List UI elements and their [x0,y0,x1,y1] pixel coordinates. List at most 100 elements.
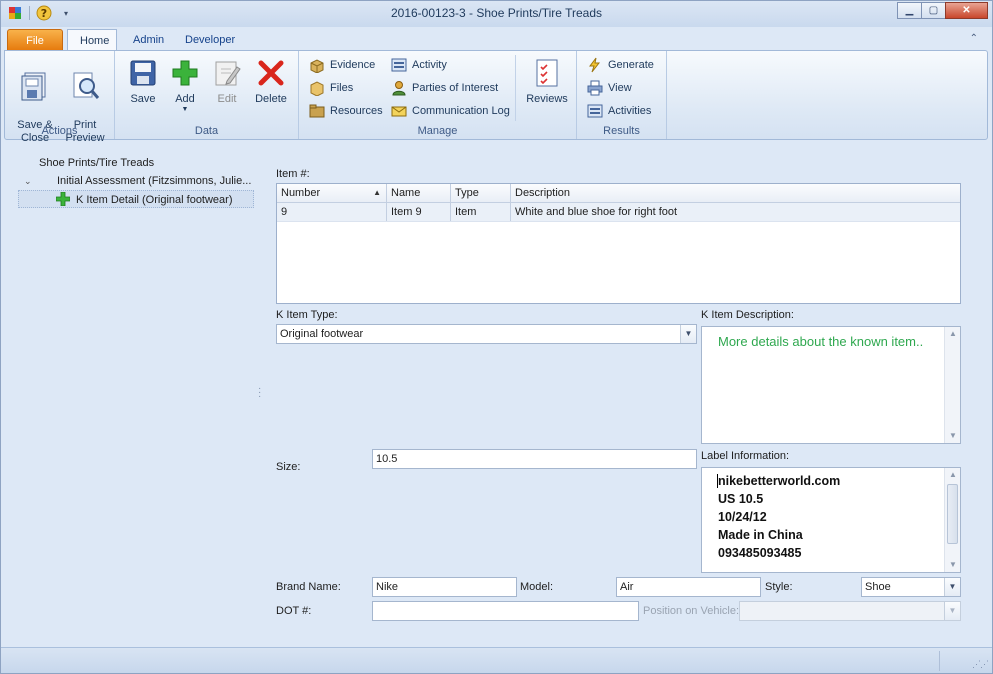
model-field[interactable]: Air [616,577,761,597]
brand-name-label: Brand Name: [276,581,341,593]
scroll-down-icon[interactable]: ▼ [945,429,961,443]
column-header-type[interactable]: Type [451,184,511,202]
label-info-scrollbar[interactable]: ▲ ▼ [944,468,960,572]
tab-developer[interactable]: Developer [173,29,247,51]
dot-number-label: DOT #: [276,605,312,617]
save-icon [127,57,159,89]
files-button[interactable]: Files [309,79,353,97]
save-button[interactable]: Save [125,57,161,106]
item-number-label: Item #: [276,168,310,180]
status-divider [939,651,940,671]
dot-number-field[interactable] [372,601,639,621]
position-on-vehicle-select: ▼ [739,601,961,621]
tab-home[interactable]: Home [67,29,117,51]
k-item-type-select[interactable]: Original footwear ▼ [276,324,697,344]
scroll-up-icon[interactable]: ▲ [945,468,961,482]
group-actions: Save & Close Print Preview Actions [5,51,115,144]
brand-name-field[interactable]: Nike [372,577,517,597]
window-title: 2016-00123-3 - Shoe Prints/Tire Treads [390,6,602,20]
parties-of-interest-button[interactable]: Parties of Interest [391,79,498,97]
tree-node-assessment[interactable]: ⌄ Initial Assessment (Fitzsimmons, Julie… [18,172,258,190]
label-information-field[interactable]: nikebetterworld.com US 10.5 10/24/12 Mad… [701,467,961,573]
scroll-up-icon[interactable]: ▲ [945,327,961,341]
chevron-down-icon[interactable]: ▼ [944,578,960,596]
window-controls: ▁ ▢ ✕ [897,2,988,19]
group-results: Generate View Activities Results [577,51,667,139]
activities-icon [587,103,603,119]
envelope-icon [391,103,407,119]
view-button[interactable]: View [587,79,632,97]
splitter-handle[interactable]: · · · [258,384,261,402]
print-preview-icon [69,70,101,102]
label-information-label: Label Information: [701,450,790,462]
group-label-manage: Manage [417,125,458,137]
tree-node-k-item-detail[interactable]: K Item Detail (Original footwear) [18,190,254,208]
chevron-down-icon[interactable]: ▼ [680,325,696,343]
lightning-icon [587,57,603,73]
tab-admin[interactable]: Admin [121,29,176,51]
save-close-icon [19,70,51,102]
evidence-icon [309,57,325,73]
navigation-tree: Shoe Prints/Tire Treads ⌄ Initial Assess… [18,154,258,208]
size-field[interactable]: 10.5 [372,449,697,469]
evidence-button[interactable]: Evidence [309,56,375,74]
printer-icon [587,80,603,96]
description-scrollbar[interactable]: ▲ ▼ [944,327,960,443]
style-label: Style: [765,581,793,593]
cell-name: Item 9 [387,203,451,221]
k-item-description-placeholder: More details about the known item.. [718,334,924,349]
scroll-thumb[interactable] [947,484,958,544]
ribbon-tabs: File Home Admin Developer ⌃ [1,27,992,51]
cell-type: Item [451,203,511,221]
k-item-description-field[interactable]: More details about the known item.. ▲ ▼ [701,326,961,444]
column-header-name[interactable]: Name [387,184,451,202]
label-information-text: nikebetterworld.com US 10.5 10/24/12 Mad… [718,474,841,560]
delete-button[interactable]: Delete [253,57,289,106]
minimize-button[interactable]: ▁ [897,2,922,19]
manage-divider [515,55,516,121]
column-header-number[interactable]: Number ▲ [277,184,387,202]
activities-button[interactable]: Activities [587,102,651,120]
edit-button[interactable]: Edit [211,57,243,106]
reviews-icon [531,57,563,89]
add-icon [55,191,71,212]
collapse-ribbon-icon[interactable]: ⌃ [970,33,978,44]
scroll-down-icon[interactable]: ▼ [945,558,961,572]
files-icon [309,80,325,96]
resize-grip-icon[interactable]: ⋰⋰ [972,659,989,670]
table-row[interactable]: 9 Item 9 Item White and blue shoe for ri… [277,203,960,222]
person-icon [391,80,407,96]
close-button[interactable]: ✕ [945,2,988,19]
sort-ascending-icon: ▲ [373,188,381,197]
generate-button[interactable]: Generate [587,56,654,74]
ribbon: Save & Close Print Preview Actions Save [4,50,988,144]
edit-icon [211,57,243,89]
group-label-data: Data [194,125,219,137]
k-item-description-label: K Item Description: [701,309,794,321]
tab-file[interactable]: File [7,29,63,51]
item-grid: Number ▲ Name Type Description 9 Item 9 I… [276,183,961,304]
group-manage: Evidence Files Resources Activity Partie… [299,51,577,139]
cell-description: White and blue shoe for right foot [515,206,678,218]
communication-log-button[interactable]: Communication Log [391,102,510,120]
column-header-description[interactable]: Description [511,184,960,202]
app-window: ? ▾ 2016-00123-3 - Shoe Prints/Tire Trea… [0,0,993,674]
collapse-chevron-icon[interactable]: ⌄ [24,172,32,190]
group-label-actions: Actions [41,125,78,137]
activity-icon [391,57,407,73]
tree-node-root[interactable]: Shoe Prints/Tire Treads [18,154,258,172]
maximize-button[interactable]: ▢ [921,2,946,19]
reviews-button[interactable]: Reviews [521,57,573,106]
k-item-type-label: K Item Type: [276,309,338,321]
activity-button[interactable]: Activity [391,56,447,74]
style-select[interactable]: Shoe ▼ [861,577,961,597]
add-dropdown-icon[interactable]: ▼ [169,106,201,114]
title-bar: ? ▾ 2016-00123-3 - Shoe Prints/Tire Trea… [1,1,992,27]
add-button[interactable]: Add ▼ [169,57,201,114]
resources-button[interactable]: Resources [309,102,383,120]
grid-header: Number ▲ Name Type Description [277,184,960,203]
status-bar: ⋰⋰ [1,647,992,673]
model-label: Model: [520,581,554,593]
position-on-vehicle-label: Position on Vehicle: [643,605,740,617]
add-icon [169,57,201,89]
